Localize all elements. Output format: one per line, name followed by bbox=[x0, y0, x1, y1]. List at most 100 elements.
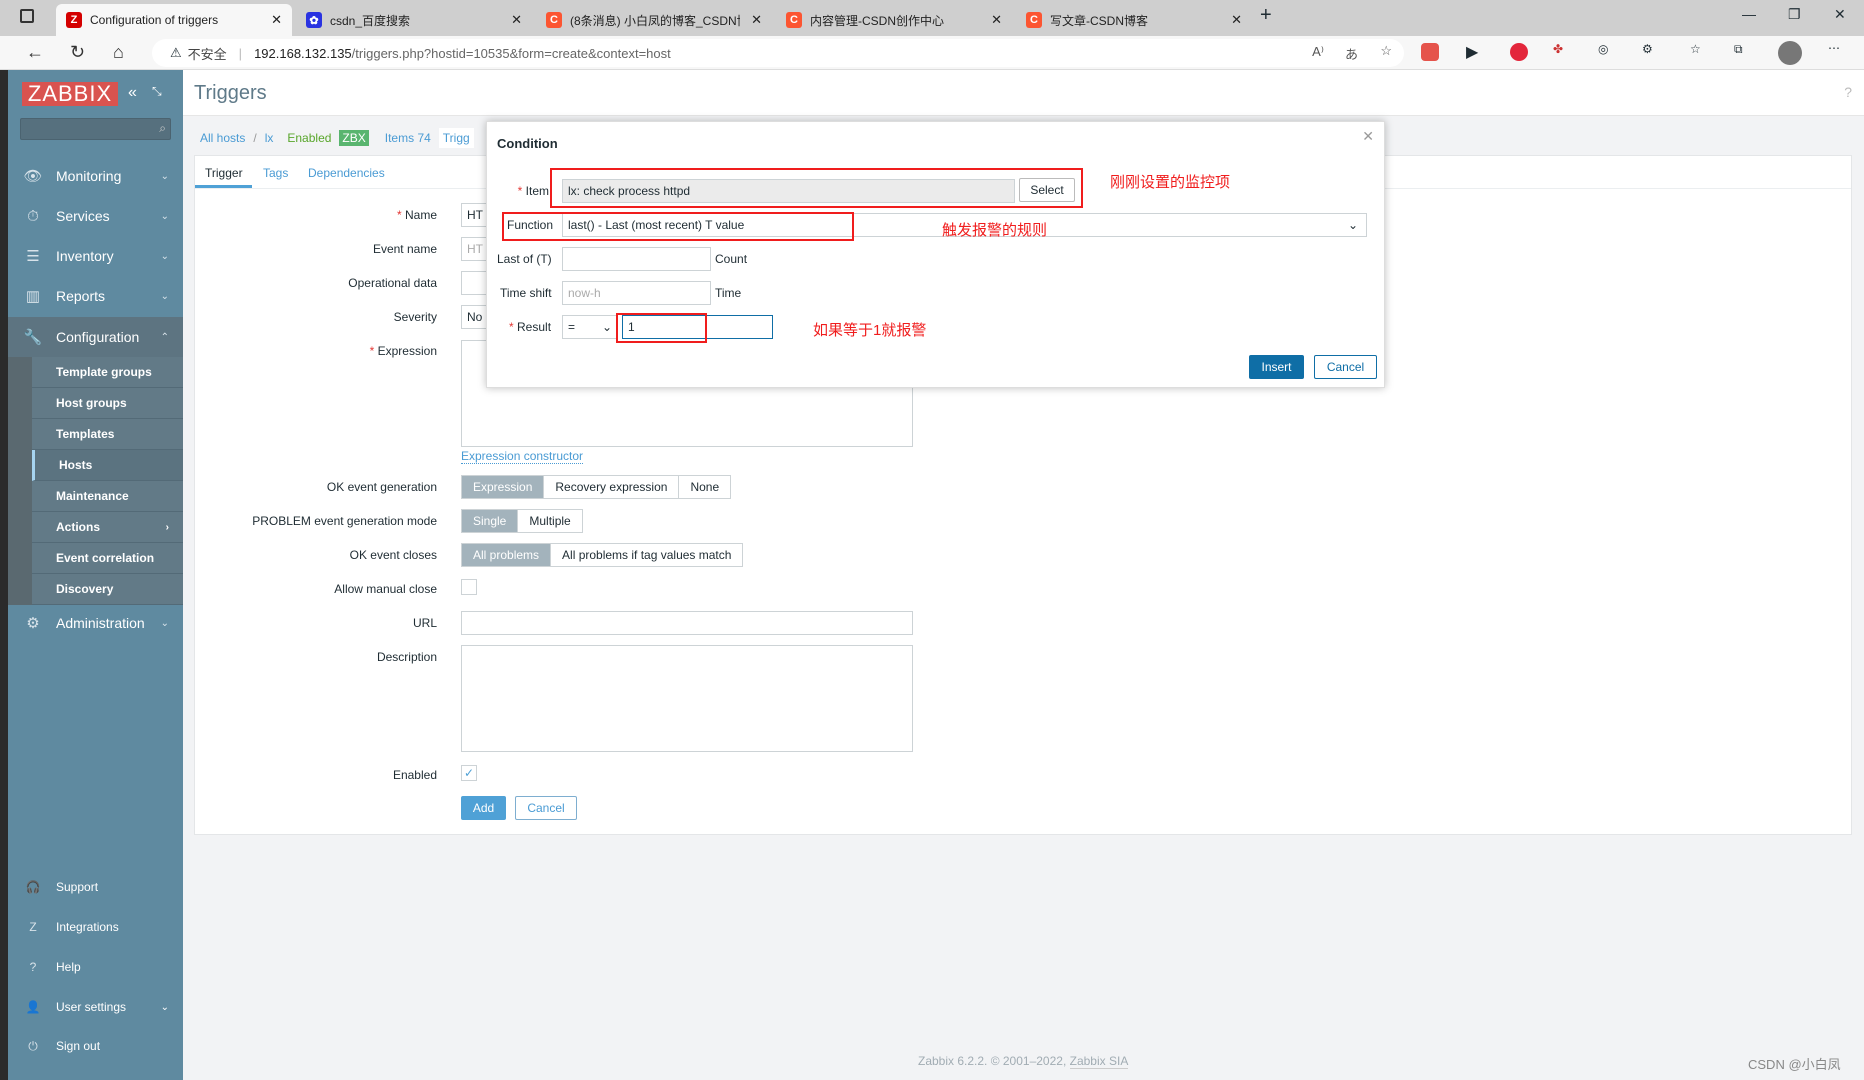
translate-icon[interactable]: あ bbox=[1345, 44, 1358, 63]
breadcrumb-triggers[interactable]: Trigg bbox=[438, 128, 474, 148]
back-icon[interactable]: ← bbox=[26, 42, 44, 63]
new-tab-icon[interactable]: + bbox=[1260, 4, 1272, 27]
insert-button[interactable]: Insert bbox=[1249, 355, 1304, 379]
extension-icon[interactable]: ◎ bbox=[1598, 42, 1608, 56]
submenu-actions[interactable]: Actions › bbox=[32, 512, 183, 543]
dialog-cancel-button[interactable]: Cancel bbox=[1314, 355, 1377, 379]
extension-icon[interactable] bbox=[1510, 43, 1528, 61]
option-none[interactable]: None bbox=[679, 476, 730, 498]
submenu-hosts[interactable]: Hosts bbox=[32, 450, 183, 481]
menu-administration[interactable]: ⚙ Administration ⌄ bbox=[8, 603, 183, 643]
help-icon[interactable]: ? bbox=[1844, 84, 1852, 100]
home-icon[interactable]: ⌂ bbox=[113, 42, 124, 63]
collections-icon[interactable]: ⧉ bbox=[1734, 42, 1743, 57]
search-icon: ⌕ bbox=[159, 121, 166, 135]
menu-user-settings[interactable]: 👤 User settings ⌄ bbox=[8, 989, 183, 1025]
breadcrumb-separator: / bbox=[253, 131, 257, 145]
submenu-templates[interactable]: Templates bbox=[32, 419, 183, 450]
read-aloud-icon[interactable]: A⁾ bbox=[1312, 44, 1324, 60]
zabbix-logo[interactable]: ZABBIX bbox=[22, 81, 118, 106]
sidebar-search-input[interactable]: ⌕ bbox=[20, 118, 171, 140]
tab-tags[interactable]: Tags bbox=[263, 166, 288, 180]
more-menu-icon[interactable]: ⋯ bbox=[1828, 41, 1840, 55]
severity-label: Severity bbox=[393, 310, 437, 324]
option-multiple[interactable]: Multiple bbox=[518, 510, 581, 532]
name-label: * Name bbox=[396, 208, 437, 222]
favorites-icon[interactable]: ☆ bbox=[1690, 42, 1701, 56]
submenu-host-groups[interactable]: Host groups bbox=[32, 388, 183, 419]
browser-tab-2[interactable]: C (8条消息) 小白凤的博客_CSDN博 ✕ bbox=[536, 4, 772, 36]
time-shift-label: Time shift bbox=[500, 286, 552, 300]
extensions-puzzle-icon[interactable]: ⚙ bbox=[1642, 42, 1653, 56]
menu-sign-out[interactable]: ⏻ Sign out bbox=[8, 1028, 183, 1064]
close-tab-icon[interactable]: ✕ bbox=[1231, 12, 1242, 28]
address-bar[interactable]: ⚠ 不安全 | 192.168.132.135/triggers.php?hos… bbox=[152, 39, 1404, 67]
profile-avatar[interactable] bbox=[1778, 41, 1802, 65]
tab-title: 内容管理-CSDN创作中心 bbox=[810, 13, 944, 28]
last-of-input[interactable] bbox=[562, 247, 711, 271]
close-tab-icon[interactable]: ✕ bbox=[271, 12, 282, 28]
browser-tab-3[interactable]: C 内容管理-CSDN创作中心 ✕ bbox=[776, 4, 1012, 36]
refresh-icon[interactable]: ↻ bbox=[70, 42, 85, 63]
breadcrumb-host[interactable]: lx bbox=[265, 131, 274, 145]
option-all-problems-tag-match[interactable]: All problems if tag values match bbox=[551, 544, 742, 566]
close-tab-icon[interactable]: ✕ bbox=[751, 12, 762, 28]
result-operator-select[interactable]: = ⌄ bbox=[562, 315, 617, 339]
footer-link[interactable]: Zabbix SIA bbox=[1069, 1054, 1129, 1069]
browser-tab-0[interactable]: Z Configuration of triggers ✕ bbox=[56, 4, 292, 36]
close-window-icon[interactable]: ✕ bbox=[1834, 6, 1846, 23]
expression-constructor-link[interactable]: Expression constructor bbox=[461, 449, 584, 464]
host-status-enabled[interactable]: Enabled bbox=[287, 131, 331, 145]
play-extension-icon[interactable]: ▶ bbox=[1466, 42, 1478, 62]
add-button[interactable]: Add bbox=[461, 796, 506, 820]
close-tab-icon[interactable]: ✕ bbox=[991, 12, 1002, 28]
menu-reports[interactable]: ▥ Reports ⌄ bbox=[8, 276, 183, 316]
menu-inventory[interactable]: ☰ Inventory ⌄ bbox=[8, 236, 183, 276]
tab-dependencies[interactable]: Dependencies bbox=[308, 166, 385, 180]
problem-mode-label: PROBLEM event generation mode bbox=[252, 514, 437, 528]
option-recovery-expression[interactable]: Recovery expression bbox=[544, 476, 680, 498]
restore-icon[interactable]: ❐ bbox=[1788, 6, 1801, 23]
extension-icon[interactable]: ✤ bbox=[1553, 42, 1563, 56]
breadcrumb-all-hosts[interactable]: All hosts bbox=[200, 131, 245, 145]
baidu-favicon-icon: ✿ bbox=[306, 12, 322, 28]
breadcrumb-items[interactable]: Items 74 bbox=[385, 131, 431, 145]
menu-configuration[interactable]: 🔧 Configuration ⌃ bbox=[8, 317, 183, 357]
menu-services[interactable]: ⏱ Services ⌄ bbox=[8, 196, 183, 236]
minimize-icon[interactable]: — bbox=[1742, 6, 1756, 22]
result-operator: = bbox=[568, 320, 576, 334]
expression-label: * Expression bbox=[369, 344, 437, 358]
menu-integrations[interactable]: Z Integrations bbox=[8, 909, 183, 945]
menu-help[interactable]: ? Help bbox=[8, 949, 183, 985]
last-of-unit: Count bbox=[715, 252, 748, 266]
menu-monitoring[interactable]: 👁 Monitoring ⌄ bbox=[8, 156, 183, 196]
problem-mode-toggle: Single Multiple bbox=[461, 509, 583, 533]
option-single[interactable]: Single bbox=[462, 510, 519, 532]
tab-trigger[interactable]: Trigger bbox=[205, 166, 243, 180]
menu-support[interactable]: 🎧 Support bbox=[8, 869, 183, 905]
allow-manual-close-checkbox[interactable] bbox=[461, 579, 477, 595]
browser-tab-1[interactable]: ✿ csdn_百度搜索 ✕ bbox=[296, 4, 532, 36]
enabled-checkbox[interactable]: ✓ bbox=[461, 765, 477, 781]
cancel-button[interactable]: Cancel bbox=[515, 796, 577, 820]
time-shift-placeholder: now-h bbox=[568, 286, 601, 300]
close-dialog-icon[interactable]: ✕ bbox=[1362, 128, 1374, 145]
collapse-sidebar-icon[interactable]: « bbox=[128, 84, 137, 102]
favorite-add-icon[interactable]: ☆ bbox=[1380, 43, 1392, 59]
submenu-discovery[interactable]: Discovery bbox=[32, 574, 183, 605]
tab-actions-icon[interactable] bbox=[20, 9, 34, 23]
close-tab-icon[interactable]: ✕ bbox=[511, 12, 522, 28]
time-shift-input[interactable]: now-h bbox=[562, 281, 711, 305]
extension-icon[interactable] bbox=[1421, 43, 1439, 61]
submenu-maintenance[interactable]: Maintenance bbox=[32, 481, 183, 512]
url-input[interactable] bbox=[461, 611, 913, 635]
ok-event-closes-label: OK event closes bbox=[349, 548, 437, 562]
menu-label: Sign out bbox=[56, 1039, 101, 1053]
browser-tab-4[interactable]: C 写文章-CSDN博客 ✕ bbox=[1016, 4, 1252, 36]
submenu-template-groups[interactable]: Template groups bbox=[32, 357, 183, 388]
option-expression[interactable]: Expression bbox=[462, 476, 545, 498]
description-textarea[interactable] bbox=[461, 645, 913, 752]
submenu-event-correlation[interactable]: Event correlation bbox=[32, 543, 183, 574]
kiosk-mode-icon[interactable]: ⤡ bbox=[152, 84, 162, 99]
option-all-problems[interactable]: All problems bbox=[462, 544, 552, 566]
